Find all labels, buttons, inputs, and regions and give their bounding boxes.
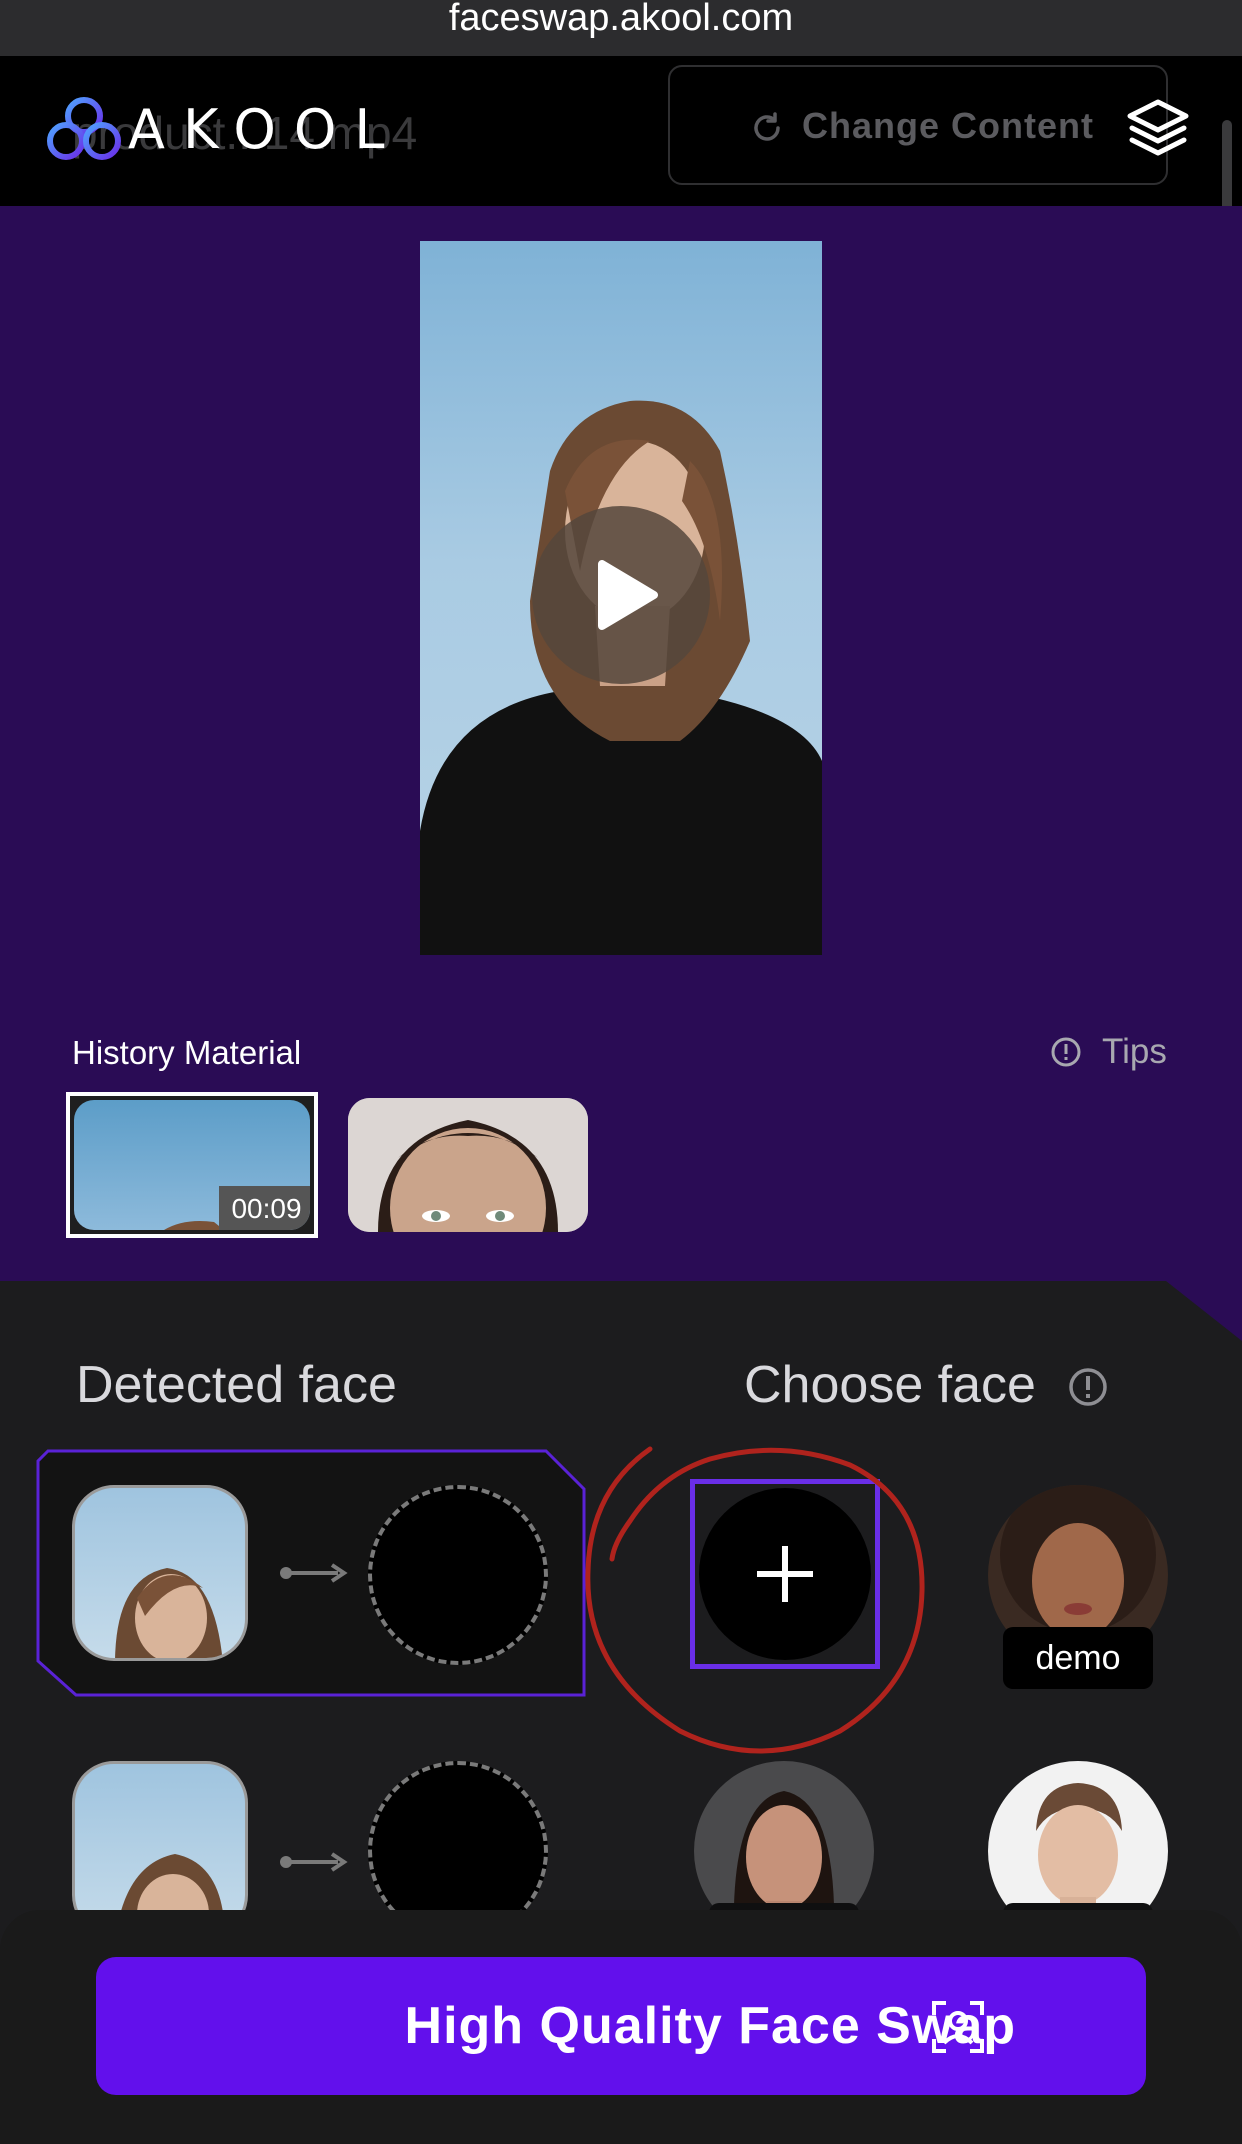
face-scan-icon [932, 2001, 984, 2053]
preview-area: History Material Tips 00:09 [0, 206, 1242, 1281]
layers-icon[interactable] [1124, 96, 1192, 164]
browser-url-bar[interactable]: faceswap.akool.com [0, 0, 1242, 56]
change-content-button[interactable]: Change Content [668, 65, 1168, 185]
video-duration: 00:09 [219, 1186, 310, 1230]
app-header: product...14.mp4 AKOOL Change Content [0, 56, 1242, 206]
arrow-right-icon [280, 1852, 348, 1872]
play-icon [598, 560, 658, 630]
history-item-photo[interactable] [348, 1098, 588, 1232]
play-button[interactable] [532, 506, 710, 684]
info-icon[interactable] [1067, 1366, 1109, 1408]
high-quality-face-swap-button[interactable]: High Quality Face Swap [96, 1957, 1146, 2095]
refresh-icon [754, 112, 780, 141]
change-content-label: Change Content [802, 105, 1094, 146]
history-item-video[interactable]: 00:09 [66, 1092, 318, 1238]
panel-corner-decoration [1166, 1281, 1242, 1341]
target-face-slot[interactable] [368, 1485, 548, 1665]
face-image [115, 1568, 223, 1658]
demo-tag: demo [1003, 1627, 1153, 1689]
thumbnail-image [348, 1098, 588, 1232]
detected-face-title: Detected face [76, 1356, 397, 1414]
info-icon [1051, 1037, 1081, 1067]
bottom-action-bar: High Quality Face Swap [0, 1910, 1242, 2144]
swap-button-label: High Quality Face Swap [404, 1997, 1016, 2055]
history-thumbnail: 00:09 [74, 1100, 310, 1230]
url-text: faceswap.akool.com [448, 0, 794, 39]
tips-label: Tips [1102, 1032, 1167, 1071]
history-material-title: History Material [72, 1034, 302, 1071]
logo-mark-icon [47, 97, 121, 160]
highlight-annotation [585, 1446, 925, 1754]
choose-face-title: Choose face [744, 1356, 1036, 1414]
detected-face-thumbnail [72, 1485, 248, 1661]
logo-text: AKOOL [128, 98, 403, 161]
detected-face-row-selected[interactable] [36, 1449, 586, 1699]
arrow-right-icon [280, 1563, 348, 1583]
akool-logo[interactable]: AKOOL [46, 90, 385, 170]
